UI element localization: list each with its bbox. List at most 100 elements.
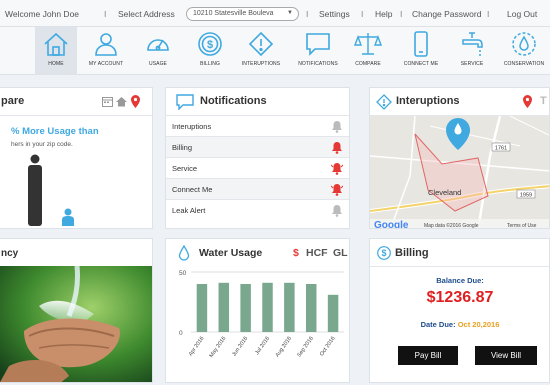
balance-due-value: $1236.87 [426, 289, 494, 306]
water-drop-icon [178, 245, 190, 261]
bell-off-icon[interactable] [331, 120, 343, 133]
nav-billing[interactable]: $ BILLING [190, 27, 230, 75]
chart-x-tick-label: Oct 2016 [319, 336, 337, 358]
warning-icon [248, 31, 274, 57]
nav-service[interactable]: SERVICE [452, 27, 492, 75]
svg-text:$: $ [381, 248, 386, 258]
notifications-card: Notifications Interuptions Billing Servi… [165, 87, 350, 229]
nav-home[interactable]: HOME [35, 27, 77, 75]
chart-x-tick-label: Apr 2016 [188, 336, 206, 358]
notification-row-connect-me[interactable]: Connect Me [166, 179, 349, 200]
nav-notifications[interactable]: NOTIFICATIONS [290, 27, 346, 75]
bell-off-icon[interactable] [331, 204, 343, 217]
route-shield-label: 1959 [520, 193, 532, 199]
notification-label: Connect Me [172, 185, 213, 194]
notification-row-billing[interactable]: Billing [166, 137, 349, 158]
notification-row-interuptions[interactable]: Interuptions [166, 116, 349, 137]
logout-link[interactable]: Log Out [507, 9, 537, 19]
water-usage-card-header: Water Usage $ HCF GL [166, 239, 349, 267]
date-due-value: Oct 20,2016 [457, 320, 500, 329]
nav-label: USAGE [148, 61, 167, 67]
chart-bar [284, 282, 295, 332]
phone-icon [414, 31, 428, 57]
billing-card-title: Billing [395, 247, 429, 259]
calendar-icon[interactable] [102, 96, 113, 107]
map-pin-icon[interactable] [131, 95, 140, 108]
top-bar: Welcome John Doe I Select Address 10210 … [0, 0, 550, 27]
water-hands-image [0, 266, 152, 382]
unit-gl-toggle[interactable]: GL [333, 247, 348, 259]
water-usage-chart: 0 50 Apr 2016 May 2016 Jun 2016 Jul 2016 Aug 2… [179, 270, 344, 359]
chat-bubble-icon [176, 94, 194, 110]
chart-x-tick-label: Aug 2016 [275, 336, 293, 359]
pay-bill-button[interactable]: Pay Bill [398, 346, 458, 365]
dollar-icon: $ [377, 246, 391, 260]
compare-sub-text: hers in your zip code. [11, 141, 73, 148]
scales-icon [354, 33, 382, 55]
outage-map[interactable]: 1761 1959 Cleveland Google Map data ©201… [370, 116, 550, 229]
gauge-icon [147, 39, 169, 51]
unit-dollar-toggle[interactable]: $ [293, 247, 299, 259]
dollar-icon: $ [198, 32, 222, 56]
nav-label: CONNECT ME [403, 61, 439, 67]
person-small-icon [62, 208, 74, 226]
interuptions-card: Interuptions T 1761 1959 Cleveland Googl… [369, 87, 550, 229]
change-password-link[interactable]: Change Password [412, 9, 481, 19]
faucet-icon [462, 32, 483, 56]
home-icon [44, 32, 68, 56]
bell-active-icon[interactable] [331, 183, 343, 196]
welcome-text: Welcome John Doe [5, 9, 80, 19]
nav-label: MY ACCOUNT [88, 61, 124, 67]
nav-label: INTERUPTIONS [241, 61, 281, 67]
bell-active-icon[interactable] [331, 162, 343, 175]
house-icon[interactable] [116, 96, 127, 107]
map-terms-link: Terms of Use [507, 223, 537, 229]
unit-hcf-toggle[interactable]: HCF [306, 247, 328, 259]
notification-label: Service [172, 164, 198, 173]
compare-percent-text: % More Usage than [11, 126, 99, 137]
chart-bar [240, 284, 251, 332]
chat-bubble-icon [306, 33, 330, 56]
separator: I [104, 9, 107, 19]
efficiency-card-title: ncy [1, 248, 19, 259]
billing-card-header: $ Billing [370, 239, 549, 267]
svg-text:$: $ [207, 39, 213, 51]
map-pin-icon[interactable] [523, 95, 532, 108]
nav-compare[interactable]: COMPARE [350, 27, 386, 75]
nav-label: BILLING [200, 61, 220, 67]
text-size-icon[interactable]: T [540, 95, 547, 107]
water-drop-icon [512, 32, 536, 56]
map-credit: Map data ©2016 Google [424, 222, 479, 229]
nav-conservation[interactable]: CONSERVATION [498, 27, 550, 75]
view-bill-button[interactable]: View Bill [475, 346, 537, 365]
interuptions-card-title: Interuptions [396, 95, 460, 107]
chart-bar [218, 282, 230, 332]
nav-label: HOME [48, 61, 64, 67]
chart-bar [196, 284, 208, 332]
settings-link[interactable]: Settings [319, 9, 350, 19]
date-due-label: Date Due: [420, 320, 456, 329]
select-address-label: Select Address [118, 9, 175, 19]
billing-card: $ Billing Balance Due: $1236.87 Date Due… [369, 238, 550, 383]
bell-active-icon[interactable] [331, 141, 343, 154]
main-nav: HOME MY ACCOUNT USAGE $ BILLING INTERUPT… [0, 27, 550, 75]
notification-row-service[interactable]: Service [166, 158, 349, 179]
nav-label: COMPARE [355, 61, 381, 67]
nav-usage[interactable]: USAGE [138, 27, 178, 75]
help-link[interactable]: Help [375, 9, 392, 19]
notifications-card-header: Notifications [166, 88, 349, 116]
address-select[interactable]: 10210 Statesville Bouleva ▼ [186, 7, 299, 21]
compare-card-header: pare [0, 88, 152, 116]
separator: I [400, 9, 403, 19]
nav-interuptions[interactable]: INTERUPTIONS [236, 27, 286, 75]
chart-bar [305, 284, 317, 332]
balance-due-label: Balance Due: [436, 276, 484, 285]
date-due-line: Date Due: Oct 20,2016 [370, 320, 549, 329]
separator: I [487, 9, 490, 19]
notification-label: Leak Alert [172, 206, 206, 215]
chart-y-tick-label: 0 [179, 330, 183, 337]
nav-my-account[interactable]: MY ACCOUNT [80, 27, 132, 75]
nav-connect-me[interactable]: CONNECT ME [397, 27, 445, 75]
notification-row-leak-alert[interactable]: Leak Alert [166, 200, 349, 221]
person-tall-icon [28, 154, 42, 226]
